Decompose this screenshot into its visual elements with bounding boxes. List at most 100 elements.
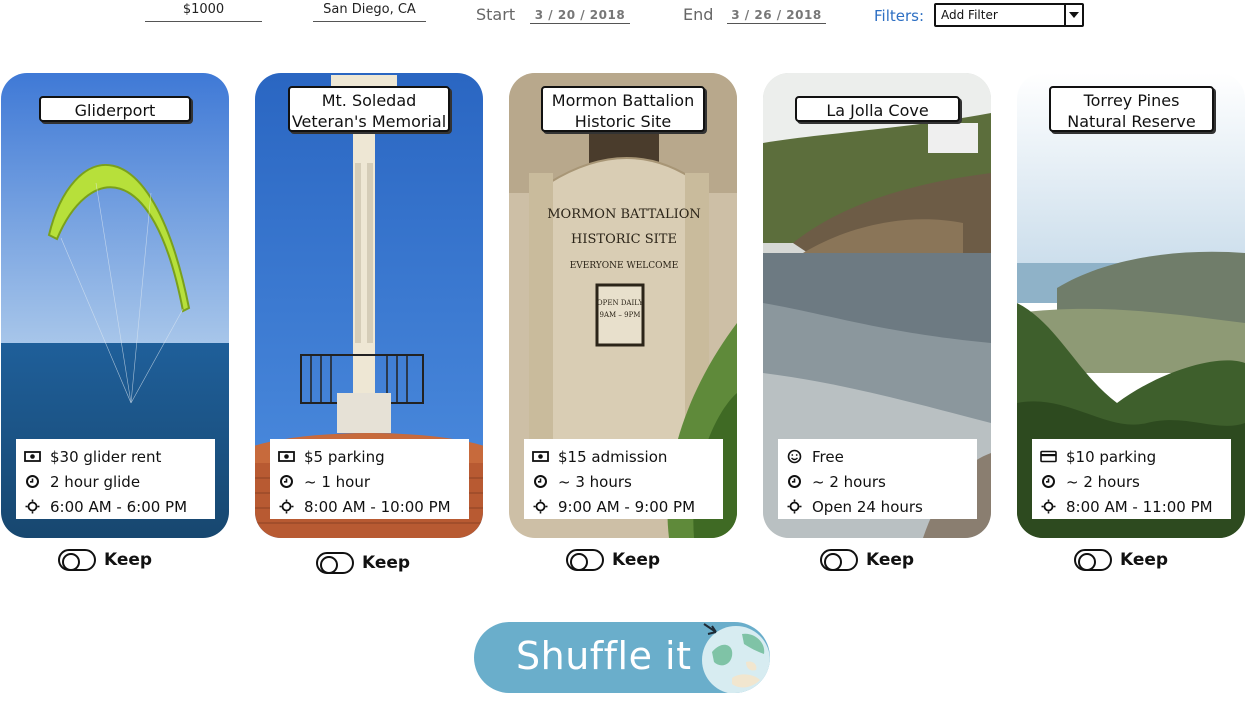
hours-row: 6:00 AM - 6:00 PM (24, 494, 215, 519)
keep-toggle-mt-soledad[interactable]: Keep (316, 551, 410, 575)
clock-icon (788, 475, 801, 488)
filters-label: Filters: (874, 7, 925, 25)
keep-label: Keep (866, 550, 915, 570)
card-title: La Jolla Cove (795, 96, 960, 122)
end-label: End (683, 5, 714, 24)
sun-icon (279, 499, 294, 514)
location-field[interactable]: San Diego, CA (313, 1, 426, 22)
sign-line-1: MORMON BATTALION (547, 207, 701, 222)
sun-icon (787, 499, 802, 514)
hours-text: 6:00 AM - 6:00 PM (50, 497, 188, 516)
globe-icon (702, 623, 770, 693)
duration-text: 2 hour glide (50, 472, 141, 491)
cost-row: $15 admission (532, 444, 723, 469)
start-label: Start (476, 5, 516, 24)
hours-row: 8:00 AM - 11:00 PM (1040, 494, 1231, 519)
duration-row: ~ 1 hour (278, 469, 469, 494)
card-title-line: Gliderport (74, 101, 156, 120)
duration-text: ~ 1 hour (304, 472, 371, 491)
cost-row: $30 glider rent (24, 444, 215, 469)
cash-icon (532, 451, 549, 462)
keep-toggle-gliderport[interactable]: Keep (58, 548, 152, 572)
attraction-card-gliderport[interactable]: Gliderport $30 glider rent 2 hour glide … (1, 73, 229, 538)
credit-card-icon (1040, 450, 1057, 463)
attraction-card-torrey-pines[interactable]: Torrey Pines Natural Reserve $10 parking… (1017, 73, 1245, 538)
keep-toggle-la-jolla-cove[interactable]: Keep (820, 548, 914, 572)
sun-icon (533, 499, 548, 514)
keep-label: Keep (362, 553, 411, 573)
shuffle-button[interactable]: Shuffle it (474, 622, 770, 693)
card-title: Mormon Battalion Historic Site (541, 86, 705, 132)
keep-label: Keep (1120, 550, 1169, 570)
clock-icon (26, 475, 39, 488)
hours-row: 8:00 AM - 10:00 PM (278, 494, 469, 519)
clock-icon (280, 475, 293, 488)
duration-row: 2 hour glide (24, 469, 215, 494)
cost-row: $5 parking (278, 444, 469, 469)
sign-line-4: OPEN DAILY (597, 299, 644, 307)
card-title-line: La Jolla Cove (826, 101, 929, 120)
clock-icon (1042, 475, 1055, 488)
duration-row: ~ 2 hours (786, 469, 977, 494)
cost-text: $15 admission (558, 447, 668, 466)
toggle-switch[interactable] (566, 549, 604, 571)
cost-row: $10 parking (1040, 444, 1231, 469)
card-title-line: Natural Reserve (1067, 112, 1196, 131)
duration-text: ~ 3 hours (558, 472, 632, 491)
end-date-field[interactable]: 3 / 26 / 2018 (727, 6, 826, 24)
card-title-line: Historic Site (574, 112, 672, 131)
keep-toggle-mormon-battalion[interactable]: Keep (566, 548, 660, 572)
card-info-panel: $10 parking ~ 2 hours 8:00 AM - 11:00 PM (1032, 439, 1231, 519)
duration-row: ~ 2 hours (1040, 469, 1231, 494)
card-title-line: Torrey Pines (1083, 91, 1180, 110)
sign-line-2: HISTORIC SITE (571, 232, 677, 247)
start-date-field[interactable]: 3 / 20 / 2018 (530, 6, 630, 24)
cost-row: Free (786, 444, 977, 469)
card-title: Mt. Soledad Veteran's Memorial (288, 86, 450, 132)
toggle-switch[interactable] (1074, 549, 1112, 571)
card-title: Torrey Pines Natural Reserve (1049, 86, 1214, 132)
add-filter-value: Add Filter (941, 8, 998, 22)
keep-toggle-torrey-pines[interactable]: Keep (1074, 548, 1168, 572)
hours-text: 8:00 AM - 11:00 PM (1066, 497, 1213, 516)
hours-row: 9:00 AM - 9:00 PM (532, 494, 723, 519)
card-info-panel: Free ~ 2 hours Open 24 hours (778, 439, 977, 519)
cost-text: $10 parking (1066, 447, 1157, 466)
hours-row: Open 24 hours (786, 494, 977, 519)
card-info-panel: $5 parking ~ 1 hour 8:00 AM - 10:00 PM (270, 439, 469, 519)
duration-text: ~ 2 hours (812, 472, 886, 491)
smiley-icon (787, 449, 802, 464)
add-filter-select[interactable]: Add Filter (934, 3, 1084, 27)
card-info-panel: $15 admission ~ 3 hours 9:00 AM - 9:00 P… (524, 439, 723, 519)
shuffle-button-label: Shuffle it (516, 634, 692, 678)
toggle-switch[interactable] (58, 549, 96, 571)
attraction-card-mormon-battalion[interactable]: MORMON BATTALION HISTORIC SITE EVERYONE … (509, 73, 737, 538)
attraction-card-la-jolla-cove[interactable]: La Jolla Cove Free ~ 2 hours Open 24 hou… (763, 73, 991, 538)
hours-text: 8:00 AM - 10:00 PM (304, 497, 451, 516)
duration-text: ~ 2 hours (1066, 472, 1140, 491)
sign-line-3: EVERYONE WELCOME (570, 261, 679, 271)
hours-text: Open 24 hours (812, 497, 923, 516)
card-title: Gliderport (39, 96, 191, 122)
toggle-switch[interactable] (316, 552, 354, 574)
keep-label: Keep (612, 550, 661, 570)
sun-icon (1041, 499, 1056, 514)
cost-text: $5 parking (304, 447, 385, 466)
cash-icon (278, 451, 295, 462)
attraction-card-mt-soledad[interactable]: Mt. Soledad Veteran's Memorial $5 parkin… (255, 73, 483, 538)
card-info-panel: $30 glider rent 2 hour glide 6:00 AM - 6… (16, 439, 215, 519)
cost-text: $30 glider rent (50, 447, 162, 466)
duration-row: ~ 3 hours (532, 469, 723, 494)
sun-icon (25, 499, 40, 514)
hours-text: 9:00 AM - 9:00 PM (558, 497, 696, 516)
card-title-line: Veteran's Memorial (291, 112, 447, 131)
chevron-down-icon[interactable] (1064, 5, 1082, 25)
clock-icon (534, 475, 547, 488)
cash-icon (24, 451, 41, 462)
card-title-line: Mt. Soledad (321, 91, 417, 110)
toggle-switch[interactable] (820, 549, 858, 571)
cost-text: Free (812, 447, 844, 466)
budget-field[interactable]: $1000 (145, 1, 262, 22)
card-title-line: Mormon Battalion (551, 91, 695, 110)
keep-label: Keep (104, 550, 153, 570)
